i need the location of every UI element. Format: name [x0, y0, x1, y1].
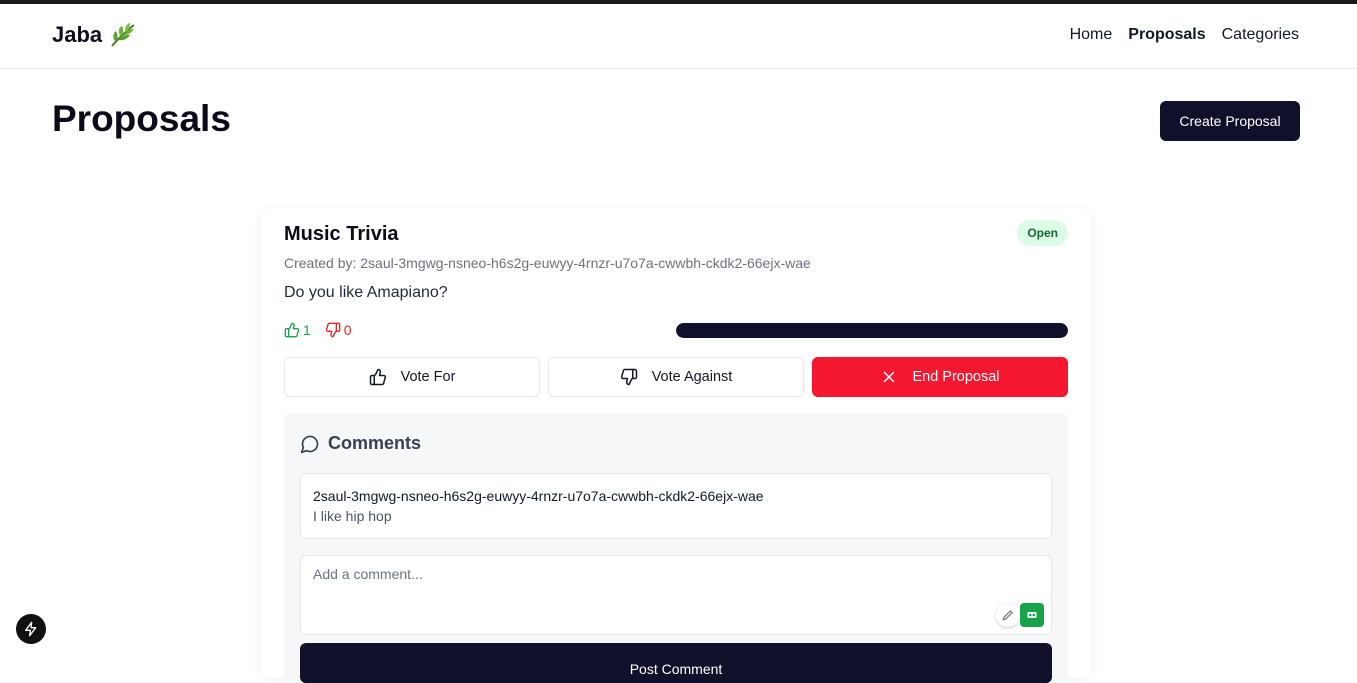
- thumbs-up-icon: [369, 368, 386, 386]
- votes-against-count: 0: [325, 322, 352, 338]
- vote-progress-fill: [676, 323, 1068, 338]
- proposal-question: Do you like Amapiano?: [284, 284, 448, 301]
- thumbs-down-icon: [620, 368, 637, 386]
- proposal-actions: Vote For Vote Against End Proposal: [284, 357, 1068, 397]
- vote-progress-bar: [676, 323, 1068, 338]
- vote-against-label: Vote Against: [651, 369, 733, 385]
- extension-icon[interactable]: [1020, 603, 1044, 627]
- brand-name: Jaba: [52, 22, 103, 47]
- end-proposal-label: End Proposal: [912, 369, 1000, 385]
- close-icon: [884, 371, 895, 383]
- nav-proposals[interactable]: Proposals: [1128, 26, 1205, 44]
- vote-tally: 1 0: [284, 322, 352, 338]
- page-title: Proposals: [52, 98, 231, 139]
- thumbs-up-icon: [284, 322, 300, 338]
- dev-tools-lightning-icon[interactable]: [16, 614, 46, 644]
- proposal-title: Music Trivia: [284, 223, 399, 245]
- thumbs-down-icon: [325, 322, 341, 338]
- end-proposal-button[interactable]: End Proposal: [812, 357, 1068, 397]
- main-nav: Home Proposals Categories: [1070, 26, 1299, 44]
- brand-logo[interactable]: Jaba: [52, 21, 138, 49]
- nav-categories[interactable]: Categories: [1222, 26, 1299, 44]
- votes-against-value: 0: [343, 322, 352, 338]
- votes-for-count: 1: [284, 322, 311, 338]
- leaf-icon: [111, 23, 135, 47]
- input-extension-tools: [996, 603, 1044, 627]
- create-proposal-button[interactable]: Create Proposal: [1160, 101, 1300, 141]
- comments-heading: Comments: [300, 433, 421, 454]
- navbar: Jaba Home Proposals Categories: [0, 4, 1357, 69]
- comments-heading-text: Comments: [328, 433, 422, 453]
- comments-section: Comments 2saul-3mgwg-nsneo-h6s2g-euwyy-4…: [284, 413, 1068, 683]
- status-badge: Open: [1017, 220, 1068, 246]
- proposal-card: Music Trivia Open Created by: 2saul-3mgw…: [260, 208, 1092, 683]
- comment-input[interactable]: [300, 555, 1052, 635]
- vote-for-label: Vote For: [400, 369, 456, 385]
- nav-home[interactable]: Home: [1070, 26, 1113, 44]
- vote-against-button[interactable]: Vote Against: [548, 357, 804, 397]
- pen-icon[interactable]: [996, 603, 1020, 627]
- vote-for-button[interactable]: Vote For: [284, 357, 540, 397]
- message-circle-icon: [300, 435, 319, 453]
- proposal-creator: Created by: 2saul-3mgwg-nsneo-h6s2g-euwy…: [284, 255, 811, 271]
- comment-text: I like hip hop: [313, 508, 392, 524]
- post-comment-button[interactable]: Post Comment: [300, 643, 1052, 683]
- comment-item: 2saul-3mgwg-nsneo-h6s2g-euwyy-4rnzr-u7o7…: [300, 473, 1052, 539]
- comment-author: 2saul-3mgwg-nsneo-h6s2g-euwyy-4rnzr-u7o7…: [313, 488, 764, 504]
- votes-for-value: 1: [303, 322, 311, 338]
